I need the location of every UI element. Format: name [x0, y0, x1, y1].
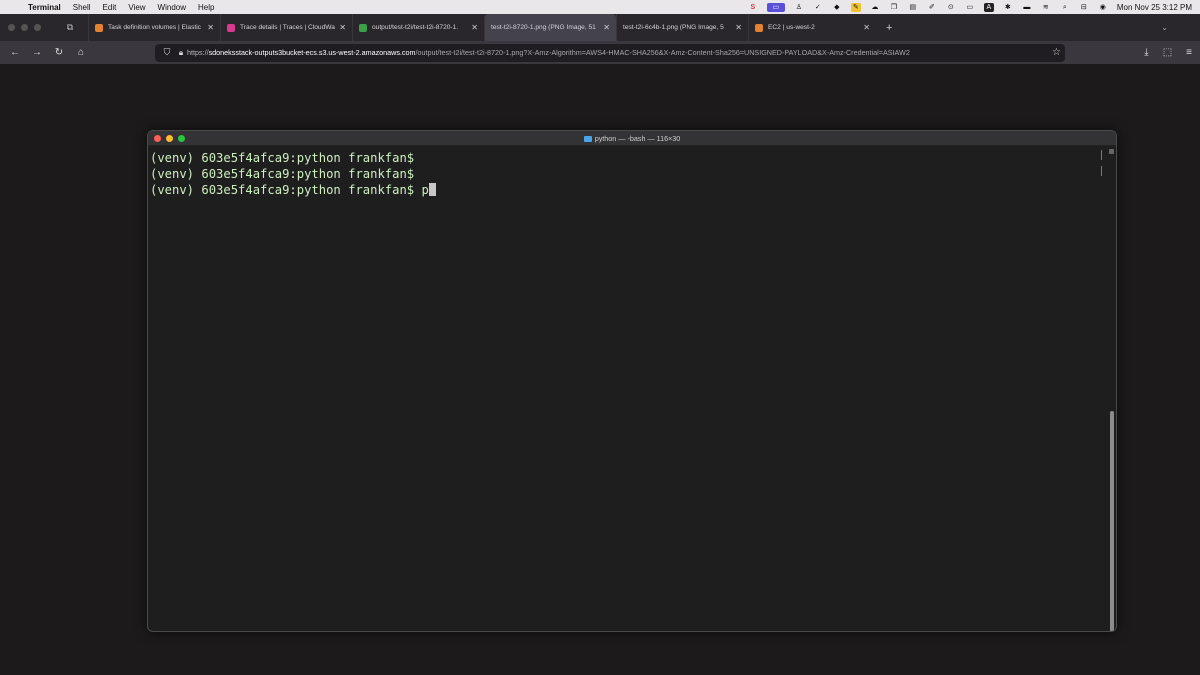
new-tab-icon[interactable]: +	[886, 22, 892, 34]
s3-favicon-icon	[359, 23, 367, 32]
play-circle-icon[interactable]: ⊙	[946, 3, 956, 12]
terminal-marker	[1101, 166, 1102, 176]
terminal-marker	[1101, 150, 1102, 160]
browser-close-dot[interactable]	[8, 24, 15, 31]
url-bar[interactable]: ⛉ 🔒︎ https://sdoneksstack-outputs3bucket…	[155, 43, 1065, 62]
terminal-output[interactable]: (venv) 603e5f4afca9:python frankfan$ (ve…	[150, 147, 1106, 631]
browser-tab[interactable]: EC2 | us-west-2 ✕	[748, 14, 876, 41]
browser-toolbar-right: ⤓ ⬚ ≡	[1144, 47, 1192, 58]
browser-tab-active[interactable]: test-t2i-8720-1.png (PNG Image, 51 ✕	[484, 14, 616, 41]
close-tab-icon[interactable]: ✕	[471, 23, 478, 32]
home-icon[interactable]: ⌂	[70, 47, 92, 58]
terminal-window[interactable]: python — -bash — 116×30 (venv) 603e5f4af…	[147, 130, 1117, 632]
close-tab-icon[interactable]: ✕	[207, 23, 214, 32]
browser-tab[interactable]: Task definition volumes | Elastic ✕	[88, 14, 220, 41]
url-scheme: https://	[187, 48, 209, 57]
chevron-down-icon[interactable]: ⌄	[1161, 23, 1168, 32]
terminal-line: (venv) 603e5f4afca9:python frankfan$	[150, 167, 415, 181]
terminal-scrollbar[interactable]	[1108, 147, 1115, 631]
figure-icon[interactable]: ♙	[794, 3, 804, 12]
text-cursor	[428, 183, 436, 196]
menu-edit[interactable]: Edit	[103, 3, 117, 12]
browser-window-controls	[8, 24, 58, 31]
close-tab-icon[interactable]: ✕	[863, 23, 870, 32]
extensions-icon[interactable]: ⬚	[1163, 47, 1172, 58]
terminal-titlebar[interactable]: python — -bash — 116×30	[148, 131, 1116, 146]
forward-arrow-icon[interactable]: →	[26, 47, 48, 58]
terminal-line: (venv) 603e5f4afca9:python frankfan$	[150, 151, 415, 165]
browser-tab-bar: ⧉ Task definition volumes | Elastic ✕ Tr…	[0, 14, 1200, 41]
tab-overview-icon[interactable]: ⧉	[58, 22, 82, 33]
reload-icon[interactable]: ↻	[48, 47, 70, 58]
browser-tab[interactable]: test-t2i-6c4b-1.png (PNG Image, 5 ✕	[616, 14, 748, 41]
scrollbar-thumb[interactable]	[1110, 411, 1114, 631]
checkmark-icon[interactable]: ✓	[813, 3, 823, 12]
close-tab-icon[interactable]: ✕	[735, 23, 742, 32]
url-host: sdoneksstack-outputs3bucket-ecs.s3.us-we…	[208, 48, 416, 57]
spotlight-search-icon[interactable]: ⌕	[1060, 3, 1070, 12]
back-arrow-icon[interactable]: ←	[4, 47, 26, 58]
browser-zoom-dot[interactable]	[34, 24, 41, 31]
rectangle-icon[interactable]: ▭	[965, 3, 975, 12]
bookmark-star-icon[interactable]: ☆	[1048, 47, 1061, 58]
close-tab-icon[interactable]: ✕	[603, 23, 610, 32]
menu-bar-status-area: S ▭ ♙ ✓ ◆ ✎ ☁ ❐ ▤ ✐ ⊙ ▭ A ✱ ▬ ≋ ⌕ ⊟ ◉ Mo…	[748, 0, 1192, 14]
lock-icon[interactable]: 🔒︎	[175, 48, 187, 58]
menu-help[interactable]: Help	[198, 3, 214, 12]
aws-favicon-icon	[755, 23, 763, 32]
screen-record-icon[interactable]: ▭	[766, 2, 785, 12]
menu-bar-clock[interactable]: Mon Nov 25 3:12 PM	[1117, 3, 1192, 12]
wifi-icon[interactable]: ≋	[1041, 3, 1051, 12]
s-app-icon[interactable]: S	[748, 3, 758, 12]
menu-app-terminal[interactable]: Terminal	[28, 3, 61, 12]
shield-icon[interactable]: ⛉	[159, 47, 175, 58]
siri-icon[interactable]: ◉	[1098, 3, 1108, 12]
scroll-up-marker	[1109, 149, 1114, 154]
notes-app-icon[interactable]: ✎	[850, 2, 861, 12]
menu-shell[interactable]: Shell	[73, 3, 91, 12]
menu-icon[interactable]: ≡	[1186, 47, 1192, 58]
url-path: /output/test-t2i/test-t2i-8720-1.png?X-A…	[415, 48, 910, 57]
battery-icon[interactable]: ▬	[1022, 3, 1032, 12]
cloud-icon[interactable]: ☁	[870, 3, 880, 12]
terminal-prompt-line[interactable]: (venv) 603e5f4afca9:python frankfan$ p	[150, 182, 1106, 198]
menu-view[interactable]: View	[128, 3, 145, 12]
cloudwatch-favicon-icon	[227, 23, 235, 32]
cursor-app-icon[interactable]: ◆	[832, 3, 842, 12]
input-source-icon[interactable]: A	[983, 2, 994, 12]
macos-menu-bar: Terminal Shell Edit View Window Help S ▭…	[0, 0, 1200, 14]
control-center-icon[interactable]: ⊟	[1079, 3, 1089, 12]
aws-favicon-icon	[95, 23, 103, 32]
close-tab-icon[interactable]: ✕	[339, 23, 346, 32]
download-icon[interactable]: ⤓	[1144, 47, 1148, 58]
browser-tab[interactable]: output/test-t2i/test-t2i-8720-1. ✕	[352, 14, 484, 41]
browser-nav-bar: ← → ↻ ⌂ ⛉ 🔒︎ https://sdoneksstack-output…	[0, 41, 1200, 64]
copy-icon[interactable]: ❐	[889, 3, 899, 12]
terminal-title: python — -bash — 116×30	[148, 134, 1116, 143]
pen-icon[interactable]: ✐	[927, 3, 937, 12]
browser-tab[interactable]: Trace details | Traces | CloudWa ✕	[220, 14, 352, 41]
layers-icon[interactable]: ▤	[908, 3, 918, 12]
menu-window[interactable]: Window	[158, 3, 186, 12]
bluetooth-icon[interactable]: ✱	[1003, 3, 1013, 12]
browser-minimize-dot[interactable]	[21, 24, 28, 31]
folder-icon	[583, 135, 592, 142]
